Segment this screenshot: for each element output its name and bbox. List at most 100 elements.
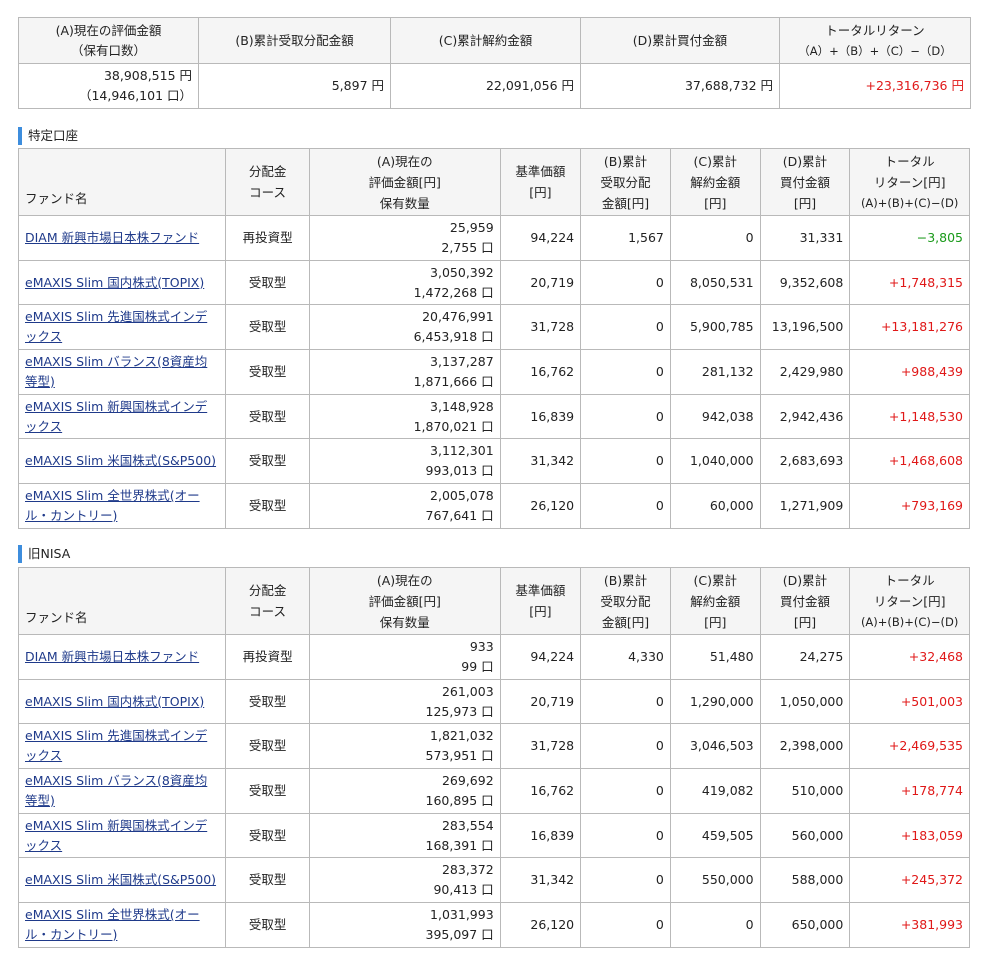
- cumulative-distribution: 0: [580, 678, 671, 725]
- cumulative-distribution: 0: [580, 393, 671, 440]
- table-row: eMAXIS Slim 先進国株式インデックス 受取型 1,821,032 573,9…: [17, 723, 970, 770]
- header-total-return-line2: リターン[円]: [873, 174, 946, 190]
- header-purchase-line3: [円]: [793, 614, 817, 630]
- header-course-line2: コース: [249, 185, 287, 200]
- table-row: eMAXIS Slim 全世界株式(オール・カントリー) 受取型 1,031,993…: [17, 902, 970, 948]
- header-fund-name: ファンド名: [17, 148, 227, 216]
- summary-value-total: +23,316,736 円: [779, 63, 971, 109]
- cumulative-purchase: 24,275: [759, 634, 851, 680]
- distribution-course: 受取型: [225, 902, 310, 948]
- valuation-cell: 1,031,993 395,097 口: [308, 902, 501, 948]
- total-return: −3,805: [849, 215, 970, 261]
- header-valuation-line2: 評価金額[円]: [368, 593, 441, 609]
- header-redemption-line3: [円]: [704, 614, 727, 630]
- header-redemption-line2: 解約金額: [690, 174, 741, 190]
- table-row: eMAXIS Slim 米国株式(S&P500) 受取型 3,112,301 993,…: [17, 438, 970, 485]
- fund-name-cell: DIAM 新興市場日本株ファンド: [17, 215, 227, 261]
- fund-name-link[interactable]: eMAXIS Slim 新興国株式インデックス: [25, 818, 207, 853]
- valuation-cell: 933 99 口: [308, 634, 501, 680]
- cumulative-redemption: 60,000: [669, 483, 761, 529]
- fund-name-link[interactable]: eMAXIS Slim 新興国株式インデックス: [25, 399, 207, 434]
- fund-name-link[interactable]: eMAXIS Slim 先進国株式インデックス: [25, 309, 207, 344]
- base-price: 94,224: [499, 215, 582, 261]
- valuation-amount: 3,137,287: [430, 353, 494, 369]
- cumulative-purchase: 13,196,500: [759, 304, 851, 351]
- total-return: +2,469,535: [849, 723, 970, 770]
- cumulative-purchase: 510,000: [759, 768, 851, 814]
- holding-units: 1,472,268 口: [413, 284, 494, 300]
- valuation-cell: 25,959 2,755 口: [308, 215, 501, 261]
- cumulative-distribution: 0: [580, 438, 671, 485]
- header-redemption-line1: (C)累計: [693, 153, 737, 169]
- table-row: eMAXIS Slim 米国株式(S&P500) 受取型 283,372 90,413…: [17, 857, 970, 904]
- fund-name-link[interactable]: eMAXIS Slim バランス(8資産均等型): [25, 354, 207, 389]
- cumulative-purchase: 2,683,693: [759, 438, 851, 485]
- summary-value-row: 38,908,515 円 （14,946,101 口） 5,897 円 22,0…: [18, 63, 971, 109]
- holding-units: 1,870,021 口: [413, 418, 494, 434]
- fund-name-link[interactable]: eMAXIS Slim 米国株式(S&P500): [25, 872, 216, 887]
- distribution-course: 受取型: [225, 393, 310, 440]
- distribution-course: 再投資型: [225, 634, 310, 680]
- valuation-cell: 261,003 125,973 口: [308, 678, 501, 725]
- holding-units: 125,973 口: [425, 703, 494, 719]
- base-price: 31,342: [499, 438, 582, 485]
- header-redemption-line3: [円]: [704, 195, 727, 211]
- fund-name-link[interactable]: eMAXIS Slim 先進国株式インデックス: [25, 728, 207, 763]
- header-redemption-line2: 解約金額: [690, 593, 741, 609]
- fund-name-link[interactable]: eMAXIS Slim バランス(8資産均等型): [25, 773, 207, 808]
- section-label-nisa: 旧NISA: [18, 545, 70, 563]
- header-course: 分配金 コース: [225, 148, 310, 216]
- valuation-amount: 1,821,032: [430, 728, 494, 744]
- cumulative-distribution: 0: [580, 349, 671, 395]
- fund-name-link[interactable]: eMAXIS Slim 全世界株式(オール・カントリー): [25, 907, 200, 942]
- distribution-course: 受取型: [225, 304, 310, 351]
- fund-name-cell: eMAXIS Slim 先進国株式インデックス: [17, 304, 227, 351]
- valuation-cell: 2,005,078 767,641 口: [308, 483, 501, 529]
- base-price: 26,120: [499, 902, 582, 948]
- distribution-course: 受取型: [225, 678, 310, 725]
- fund-name-link[interactable]: eMAXIS Slim 国内株式(TOPIX): [25, 275, 204, 290]
- cumulative-redemption: 8,050,531: [669, 259, 761, 306]
- cumulative-purchase: 650,000: [759, 902, 851, 948]
- header-distribution-line2: 受取分配: [600, 174, 651, 190]
- header-total-return: トータル リターン[円] (A)+(B)+(C)−(D): [849, 567, 970, 635]
- cumulative-purchase: 9,352,608: [759, 259, 851, 306]
- total-return: +501,003: [849, 678, 970, 725]
- valuation-cell: 3,137,287 1,871,666 口: [308, 349, 501, 395]
- fund-name-link[interactable]: DIAM 新興市場日本株ファンド: [25, 230, 199, 245]
- holding-units: 395,097 口: [425, 926, 494, 942]
- cumulative-redemption: 51,480: [669, 634, 761, 680]
- cumulative-distribution: 4,330: [580, 634, 671, 680]
- header-valuation-line2: 評価金額[円]: [368, 174, 441, 190]
- fund-table-tokutei: ファンド名 分配金 コース (A)現在の 評価金額[円] 保有数量 基準価額 [円] (B)累計…: [17, 148, 970, 529]
- header-purchase: (D)累計 買付金額 [円]: [759, 567, 851, 635]
- fund-name-cell: eMAXIS Slim 米国株式(S&P500): [17, 438, 227, 485]
- header-valuation-line3: 保有数量: [379, 614, 430, 630]
- cumulative-distribution: 0: [580, 259, 671, 306]
- fund-name-link[interactable]: eMAXIS Slim 米国株式(S&P500): [25, 453, 216, 468]
- header-base-price-line2: [円]: [529, 604, 552, 619]
- header-total-return-line2: リターン[円]: [873, 593, 946, 609]
- header-distribution-line3: 金額[円]: [601, 195, 650, 211]
- header-distribution: (B)累計 受取分配 金額[円]: [580, 148, 671, 216]
- cumulative-redemption: 419,082: [669, 768, 761, 814]
- distribution-course: 受取型: [225, 768, 310, 814]
- fund-name-cell: eMAXIS Slim 米国株式(S&P500): [17, 857, 227, 904]
- header-base-price-line2: [円]: [529, 185, 552, 200]
- fund-name-cell: eMAXIS Slim 全世界株式(オール・カントリー): [17, 902, 227, 948]
- holding-units: 767,641 口: [425, 507, 494, 523]
- cumulative-distribution: 0: [580, 768, 671, 814]
- valuation-cell: 1,821,032 573,951 口: [308, 723, 501, 770]
- summary-header-row: (A)現在の評価金額 （保有口数） (B)累計受取分配金額 (C)累計解約金額 …: [18, 17, 971, 64]
- fund-name-cell: eMAXIS Slim 新興国株式インデックス: [17, 812, 227, 859]
- valuation-amount: 3,050,392: [430, 264, 494, 280]
- header-course-line1: 分配金: [248, 164, 287, 179]
- fund-name-link[interactable]: eMAXIS Slim 全世界株式(オール・カントリー): [25, 488, 200, 523]
- valuation-cell: 3,148,928 1,870,021 口: [308, 393, 501, 440]
- fund-name-link[interactable]: DIAM 新興市場日本株ファンド: [25, 649, 199, 664]
- fund-name-link[interactable]: eMAXIS Slim 国内株式(TOPIX): [25, 694, 204, 709]
- fund-name-cell: eMAXIS Slim バランス(8資産均等型): [17, 768, 227, 814]
- table-row: eMAXIS Slim バランス(8資産均等型) 受取型 3,137,287 1,87…: [17, 349, 970, 395]
- header-purchase-line1: (D)累計: [782, 153, 828, 169]
- holding-units: 6,453,918 口: [413, 329, 494, 345]
